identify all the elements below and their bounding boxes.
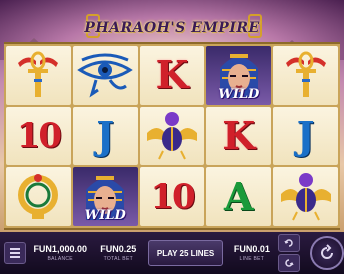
autoplay-button[interactable] [278,234,301,252]
game-title-banner: PHARAOH'S EMPIRE [84,12,259,44]
play-lines-button[interactable]: PLAY 25 LINES [147,240,224,266]
reel-5-row-3 [273,167,338,226]
balance-value: FUN1,000.00 [33,244,87,254]
autoplay-icon [284,239,294,247]
reel-1-row-1 [6,46,71,105]
slot-game: PHARAOH'S EMPIRE K WILD 10 J K J WILD 10… [0,0,344,274]
menu-icon-line [9,252,20,254]
line-bet-label: LINE BET [239,256,265,262]
spin-button[interactable] [310,236,344,270]
total-bet-display[interactable]: FUN0.25 TOTAL BET [91,244,146,262]
eye-of-horus-icon [77,53,133,98]
ring-icon [18,173,59,219]
balance-display: FUN1,000.00 BALANCE [30,244,91,262]
menu-icon-line [9,248,20,250]
reel-2-row-3: WILD [72,167,138,226]
auto-controls [278,234,301,272]
scarab-icon [146,111,197,160]
control-bar: FUN1,000.00 BALANCE FUN0.25 TOTAL BET PL… [0,232,344,274]
play-lines-label: PLAY 25 LINES [156,248,215,258]
reel-5-row-1 [273,46,338,105]
spin-icon [321,244,334,259]
game-title: PHARAOH'S EMPIRE [84,20,260,36]
balance-label: BALANCE [47,256,73,262]
scarab-icon [280,172,331,221]
turbo-icon [285,259,295,267]
reel-3-row-3: 10 [139,167,205,226]
reel-4-row-1: WILD [206,46,272,105]
reel-4-row-3: A [206,167,272,226]
ankh-icon [18,51,59,98]
line-bet-display[interactable]: FUN0.01 LINE BET [227,244,276,262]
reel-grid: K WILD 10 J K J WILD 10 A [4,42,340,230]
reel-2-row-2: J [72,106,138,166]
total-bet-value: FUN0.25 [100,244,137,254]
turbo-button[interactable] [278,254,301,272]
menu-button[interactable] [4,242,26,264]
reel-1-row-2: 10 [6,106,71,166]
reel-3-row-1: K [139,46,205,105]
symbol-k: K [222,112,256,158]
wild-label: WILD [84,208,126,223]
wild-label: WILD [218,86,260,102]
menu-icon-line [9,256,20,258]
symbol-j: J [96,112,115,158]
reel-1-row-3 [6,167,71,226]
reel-5-row-2: J [273,106,338,166]
symbol-k: K [155,52,189,98]
reel-3-row-2 [139,106,205,166]
symbol-10: 10 [16,115,62,156]
symbol-j: J [296,112,315,158]
symbol-10: 10 [150,176,195,217]
symbol-a: A [224,173,254,219]
total-bet-label: TOTAL BET [103,256,133,262]
reel-2-row-1 [72,46,138,105]
reel-4-row-2: K [206,106,272,166]
line-bet-value: FUN0.01 [233,244,270,254]
ankh-icon [285,51,326,98]
